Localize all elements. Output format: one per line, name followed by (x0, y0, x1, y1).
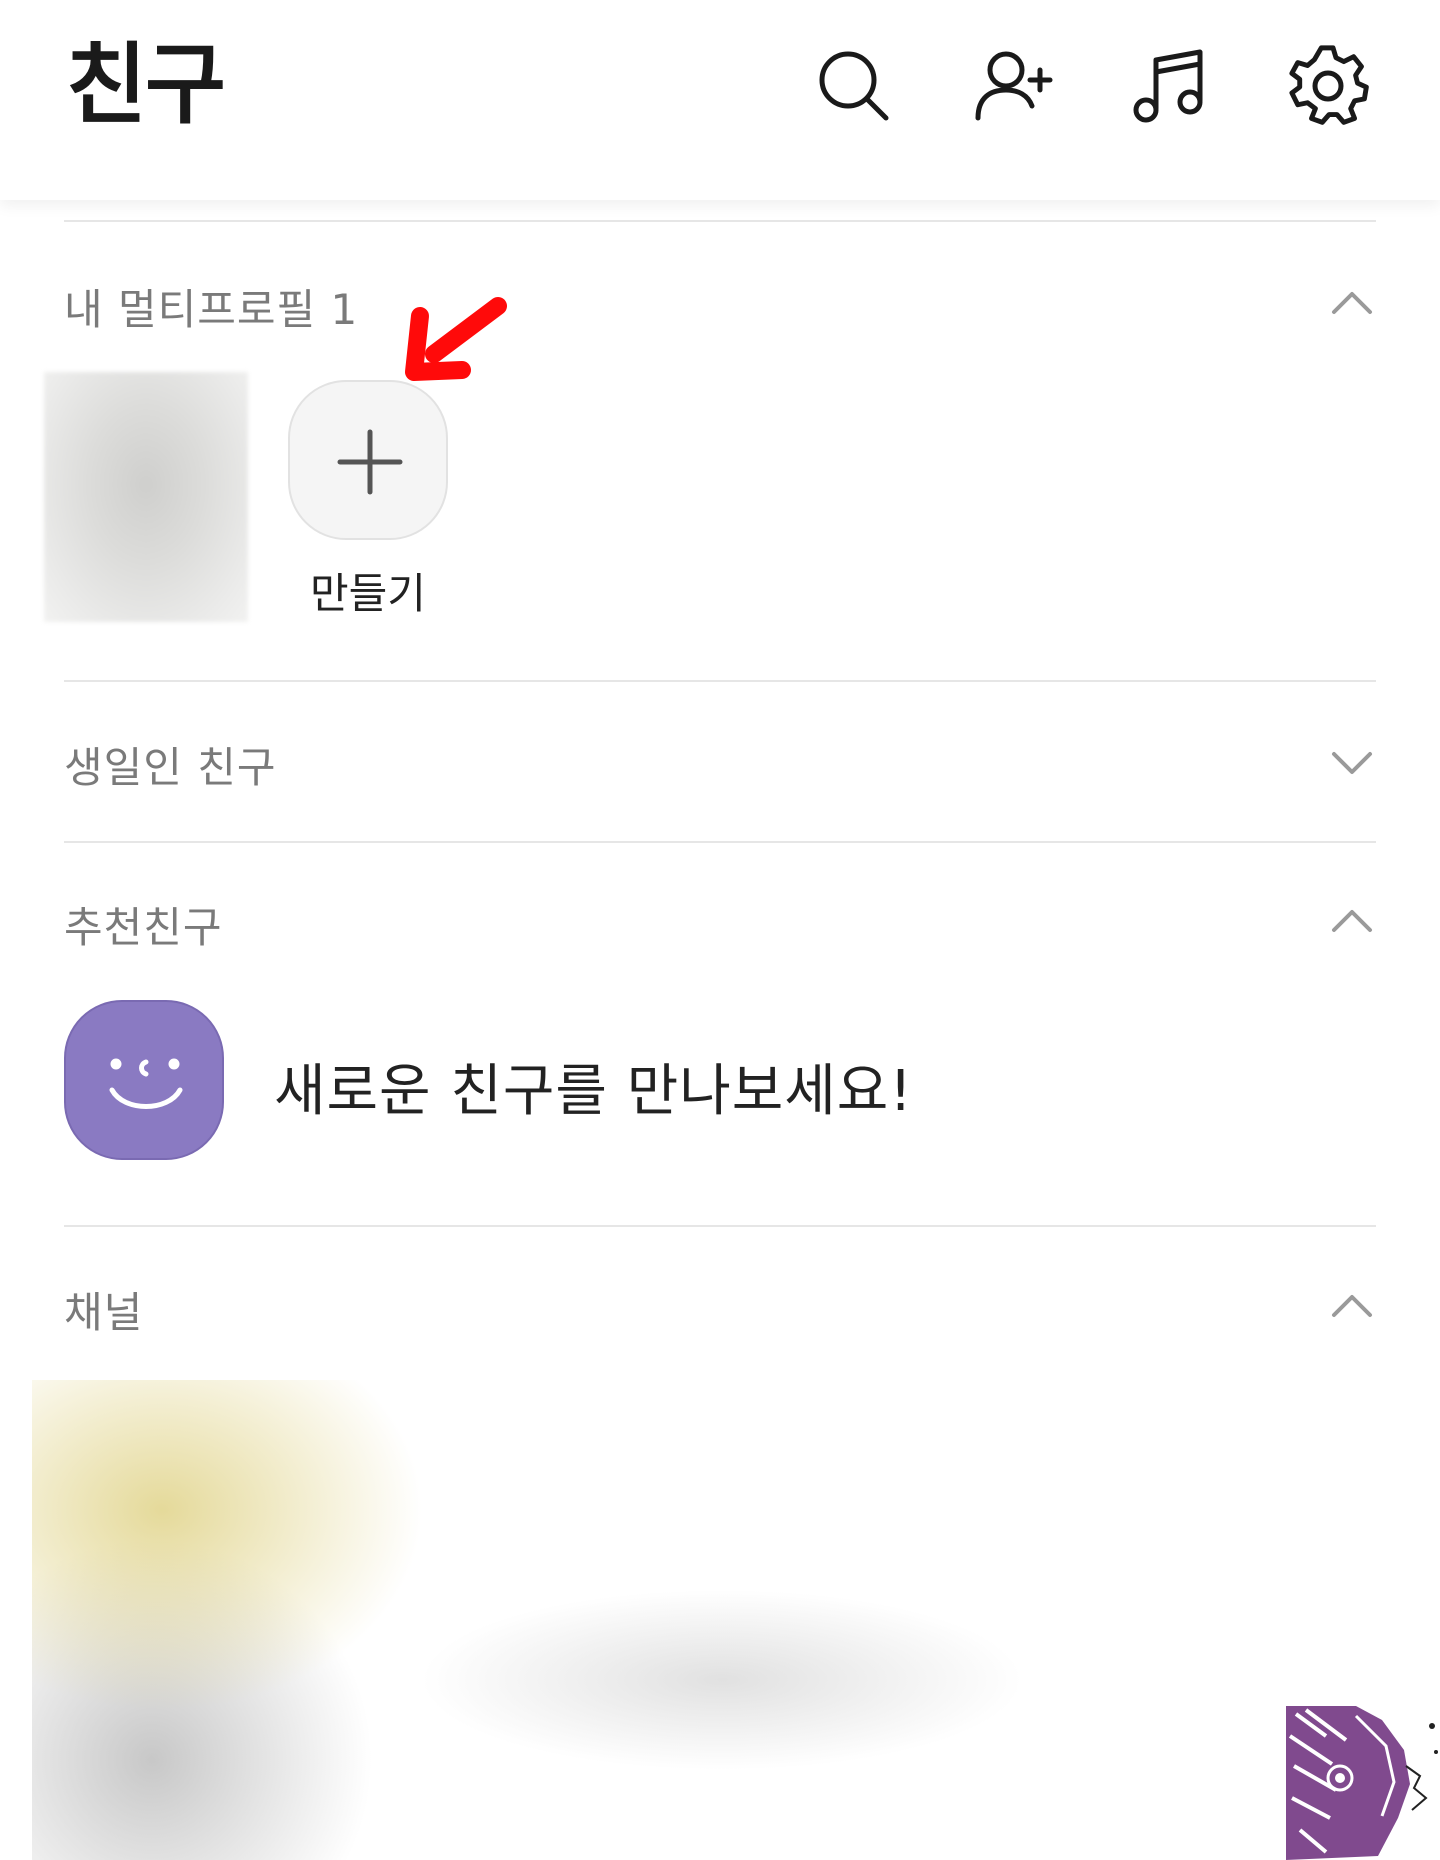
chevron-up-icon[interactable] (1326, 896, 1378, 948)
recommend-message[interactable]: 새로운 친구를 만나보세요! (274, 1046, 913, 1127)
music-icon[interactable] (1128, 44, 1212, 128)
divider (64, 220, 1376, 222)
recommend-smile-icon[interactable] (64, 1000, 224, 1160)
channel-content-image[interactable] (32, 1380, 1440, 1860)
section-title: 생일인 친구 (64, 743, 277, 792)
section-title: 추천친구 (64, 903, 223, 952)
settings-icon[interactable] (1286, 44, 1370, 128)
chevron-down-icon[interactable] (1326, 736, 1378, 788)
annotation-arrow-icon (405, 297, 507, 381)
divider (64, 1225, 1376, 1227)
divider (64, 680, 1376, 682)
chevron-up-icon[interactable] (1326, 1281, 1378, 1333)
channel-profile-image[interactable] (1286, 1706, 1440, 1860)
section-title: 내 멀티프로필 1 (64, 285, 359, 334)
create-label[interactable]: 만들기 (288, 560, 448, 621)
friends-screen: 친구 내 멀티프로필 1 만들기 생일인 친구 추천친구 새로운 친구를 만나보… (0, 0, 1440, 1860)
add-friend-icon[interactable] (970, 44, 1054, 128)
page-title: 친구 (66, 33, 226, 136)
top-app-bar: 친구 (0, 0, 1440, 200)
profile-thumbnail[interactable] (44, 372, 248, 622)
create-multiprofile-button[interactable] (288, 380, 448, 540)
chevron-up-icon[interactable] (1326, 278, 1378, 330)
search-icon[interactable] (812, 44, 896, 128)
section-title: 채널 (64, 1288, 144, 1337)
divider (64, 841, 1376, 843)
